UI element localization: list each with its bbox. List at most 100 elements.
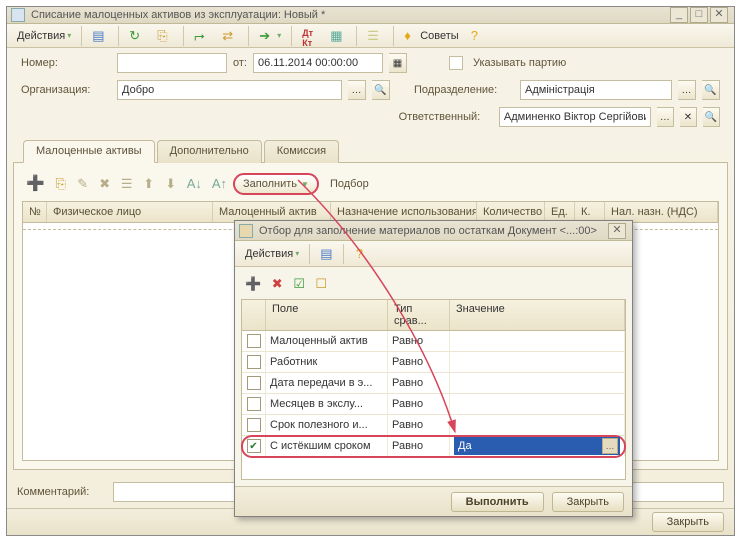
org-select-button[interactable]: … bbox=[348, 80, 366, 100]
tab-additional[interactable]: Дополнительно bbox=[157, 140, 262, 163]
minimize-button[interactable]: _ bbox=[670, 7, 688, 23]
value-picker-button[interactable]: … bbox=[602, 438, 618, 454]
delete-row-icon[interactable]: ✖ bbox=[95, 173, 115, 195]
grid-settings-icon[interactable]: ☰ bbox=[117, 173, 137, 195]
form-icon[interactable]: ▦ bbox=[326, 25, 350, 47]
filter-dialog: Отбор для заполнение материалов по остат… bbox=[234, 220, 633, 517]
show-batch-label: Указывать партию bbox=[473, 57, 566, 69]
col-cmp[interactable]: Тип срав... bbox=[388, 300, 450, 330]
dialog-help-icon[interactable]: ? bbox=[350, 243, 370, 265]
row-cmp: Равно bbox=[388, 331, 450, 351]
clone-row-icon[interactable]: ⎘ bbox=[51, 173, 71, 195]
dlg-del-icon[interactable]: ✖ bbox=[267, 273, 287, 295]
col-person[interactable]: Физическое лицо bbox=[47, 202, 213, 222]
filter-row[interactable]: Дата передачи в э...Равно bbox=[242, 373, 625, 394]
goto-icon[interactable]: ➔ bbox=[255, 25, 285, 47]
dialog-close-button[interactable]: Закрыть bbox=[552, 492, 624, 512]
dialog-icon bbox=[239, 224, 253, 238]
dialog-close-icon[interactable]: ✕ bbox=[608, 223, 626, 239]
resp-label: Ответственный: bbox=[399, 111, 493, 123]
filter-grid-header: Поле Тип срав... Значение bbox=[242, 300, 625, 331]
edit-row-icon[interactable]: ✎ bbox=[73, 173, 93, 195]
row-val[interactable] bbox=[450, 373, 625, 393]
org-field[interactable] bbox=[117, 80, 342, 100]
number-label: Номер: bbox=[21, 57, 111, 69]
copy-icon[interactable]: ⎘ bbox=[153, 25, 177, 47]
save-icon[interactable]: ▤ bbox=[88, 25, 112, 47]
date-field[interactable] bbox=[253, 53, 383, 73]
dept-search-button[interactable]: 🔍 bbox=[702, 80, 720, 100]
dialog-toolbar: Действия ▤ ? bbox=[235, 241, 632, 267]
dialog-footer: Выполнить Закрыть bbox=[235, 486, 632, 516]
dlg-uncheck-icon[interactable]: ☐ bbox=[311, 273, 331, 295]
dept-field[interactable] bbox=[520, 80, 672, 100]
dlg-add-icon[interactable]: ➕ bbox=[241, 273, 265, 295]
post-icon[interactable]: ⮣ bbox=[190, 25, 214, 47]
dialog-actions-menu[interactable]: Действия bbox=[241, 243, 303, 265]
resp-search-button[interactable]: 🔍 bbox=[703, 107, 720, 127]
add-row-icon[interactable]: ➕ bbox=[22, 173, 49, 195]
resp-select-button[interactable]: … bbox=[657, 107, 674, 127]
filter-row[interactable]: Месяцев в экслу...Равно bbox=[242, 394, 625, 415]
row-checkbox[interactable]: ✔ bbox=[247, 439, 261, 453]
filter-row[interactable]: Срок полезного и...Равно bbox=[242, 415, 625, 436]
row-field: С истёкшим сроком bbox=[266, 436, 388, 456]
move-down-icon[interactable]: ⬇ bbox=[161, 173, 181, 195]
move-up-icon[interactable]: ⬆ bbox=[139, 173, 159, 195]
close-window-button[interactable]: Закрыть bbox=[652, 512, 724, 532]
refresh-icon[interactable]: ↻ bbox=[125, 25, 149, 47]
filter-row[interactable]: ✔ С истёкшим срокомРавноДа… bbox=[242, 436, 625, 457]
row-val[interactable] bbox=[450, 331, 625, 351]
tips-button[interactable]: ♦ Советы bbox=[400, 25, 462, 47]
dlg-check-icon[interactable]: ☑ bbox=[289, 273, 309, 295]
org-search-button[interactable]: 🔍 bbox=[372, 80, 390, 100]
col-field[interactable]: Поле bbox=[266, 300, 388, 330]
select-button[interactable]: Подбор bbox=[321, 173, 378, 195]
header-row-1: Номер: от: ▦ Указывать партию bbox=[7, 48, 734, 75]
number-field[interactable] bbox=[117, 53, 227, 73]
row-checkbox[interactable] bbox=[247, 334, 261, 348]
actions-menu[interactable]: Действия bbox=[13, 25, 75, 47]
row-checkbox[interactable] bbox=[247, 418, 261, 432]
row-cmp: Равно bbox=[388, 415, 450, 435]
col-val[interactable]: Значение bbox=[450, 300, 625, 330]
tab-commission[interactable]: Комиссия bbox=[264, 140, 339, 163]
tab-assets[interactable]: Малоценные активы bbox=[23, 140, 155, 163]
filter-grid[interactable]: Поле Тип срав... Значение Малоценный акт… bbox=[241, 299, 626, 480]
tab-bar: Малоценные активы Дополнительно Комиссия bbox=[13, 133, 728, 163]
row-val[interactable]: Да… bbox=[450, 436, 625, 456]
dialog-title: Отбор для заполнение материалов по остат… bbox=[259, 225, 606, 237]
col-num[interactable]: № bbox=[23, 202, 47, 222]
row-checkbox[interactable] bbox=[247, 355, 261, 369]
row-checkbox[interactable] bbox=[247, 397, 261, 411]
row-val[interactable] bbox=[450, 394, 625, 414]
row-val[interactable] bbox=[450, 352, 625, 372]
row-val[interactable] bbox=[450, 415, 625, 435]
dept-label: Подразделение: bbox=[414, 84, 514, 96]
row-field: Месяцев в экслу... bbox=[266, 394, 388, 414]
main-toolbar: Действия ▤ ↻ ⎘ ⮣ ⇄ ➔ ДтКт ▦ ☰ ♦ Советы ? bbox=[7, 24, 734, 48]
sort-asc-icon[interactable]: A↓ bbox=[183, 173, 206, 195]
row-cmp: Равно bbox=[388, 436, 450, 456]
date-picker-button[interactable]: ▦ bbox=[389, 53, 407, 73]
grid-toolbar: ➕ ⎘ ✎ ✖ ☰ ⬆ ⬇ A↓ A↑ Заполнить▼ Подбор bbox=[22, 171, 719, 197]
list-icon[interactable]: ☰ bbox=[363, 25, 387, 47]
show-batch-checkbox[interactable] bbox=[449, 56, 463, 70]
run-button[interactable]: Выполнить bbox=[451, 492, 544, 512]
close-button[interactable]: ✕ bbox=[710, 7, 728, 23]
dept-select-button[interactable]: … bbox=[678, 80, 696, 100]
filter-row[interactable]: Малоценный активРавно bbox=[242, 331, 625, 352]
dialog-body: ➕ ✖ ☑ ☐ Поле Тип срав... Значение Малоце… bbox=[235, 267, 632, 486]
filter-row[interactable]: РаботникРавно bbox=[242, 352, 625, 373]
dialog-save-icon[interactable]: ▤ bbox=[316, 243, 336, 265]
from-label: от: bbox=[233, 57, 247, 69]
sort-desc-icon[interactable]: A↑ bbox=[208, 173, 231, 195]
unpost-icon[interactable]: ⇄ bbox=[218, 25, 242, 47]
maximize-button[interactable]: □ bbox=[690, 7, 708, 23]
row-checkbox[interactable] bbox=[247, 376, 261, 390]
fill-button[interactable]: Заполнить▼ bbox=[233, 173, 319, 195]
dtkt-icon[interactable]: ДтКт bbox=[298, 25, 322, 47]
help-icon[interactable]: ? bbox=[467, 25, 491, 47]
resp-clear-button[interactable]: ✕ bbox=[680, 107, 697, 127]
resp-field[interactable] bbox=[499, 107, 651, 127]
